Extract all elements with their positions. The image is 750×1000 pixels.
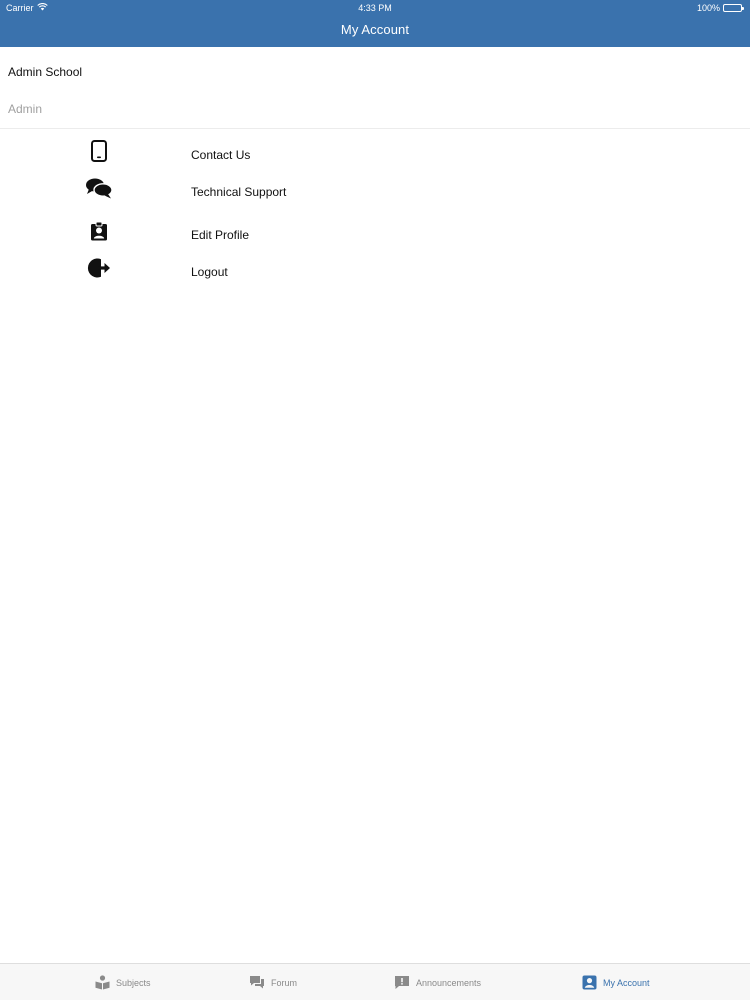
logout-icon — [84, 255, 114, 281]
tab-my-account[interactable]: My Account — [582, 964, 650, 1000]
tab-announcements[interactable]: Announcements — [394, 964, 481, 1000]
user-role: Admin — [8, 102, 43, 116]
battery-indicator: 100% — [696, 3, 744, 13]
menu-item-label: Logout — [191, 265, 228, 279]
menu-item-contact-us[interactable]: Contact Us — [0, 134, 750, 168]
navigation-header: Carrier 4:33 PM 100% My Account — [0, 0, 750, 47]
menu-item-technical-support[interactable]: Technical Support — [0, 171, 750, 205]
announcement-icon — [394, 975, 410, 990]
mobile-phone-icon — [84, 138, 114, 164]
book-reader-icon — [95, 975, 110, 990]
status-bar: Carrier 4:33 PM 100% — [0, 0, 750, 16]
battery-icon — [723, 4, 744, 12]
tab-label: Announcements — [416, 977, 482, 988]
tab-label: My Account — [603, 977, 650, 988]
id-badge-icon — [84, 218, 114, 244]
profile-section: Admin School Admin — [0, 47, 750, 129]
page-title: My Account — [340, 22, 410, 37]
account-icon — [582, 975, 597, 990]
menu-item-label: Technical Support — [191, 185, 287, 199]
menu-item-logout[interactable]: Logout — [0, 251, 750, 285]
tab-label: Forum — [271, 977, 298, 988]
menu-item-label: Contact Us — [191, 148, 251, 162]
menu-item-label: Edit Profile — [191, 228, 250, 242]
school-name: Admin School — [8, 65, 83, 79]
battery-label: 100% — [696, 3, 720, 13]
tab-forum[interactable]: Forum — [249, 964, 297, 1000]
tab-bar: Subjects Forum Announcements My Account — [0, 963, 750, 1000]
menu-item-edit-profile[interactable]: Edit Profile — [0, 214, 750, 248]
tab-label: Subjects — [116, 977, 151, 988]
tab-subjects[interactable]: Subjects — [95, 964, 151, 1000]
chat-bubbles-icon — [84, 175, 114, 201]
status-time: 4:33 PM — [358, 3, 392, 13]
forum-icon — [249, 975, 265, 990]
